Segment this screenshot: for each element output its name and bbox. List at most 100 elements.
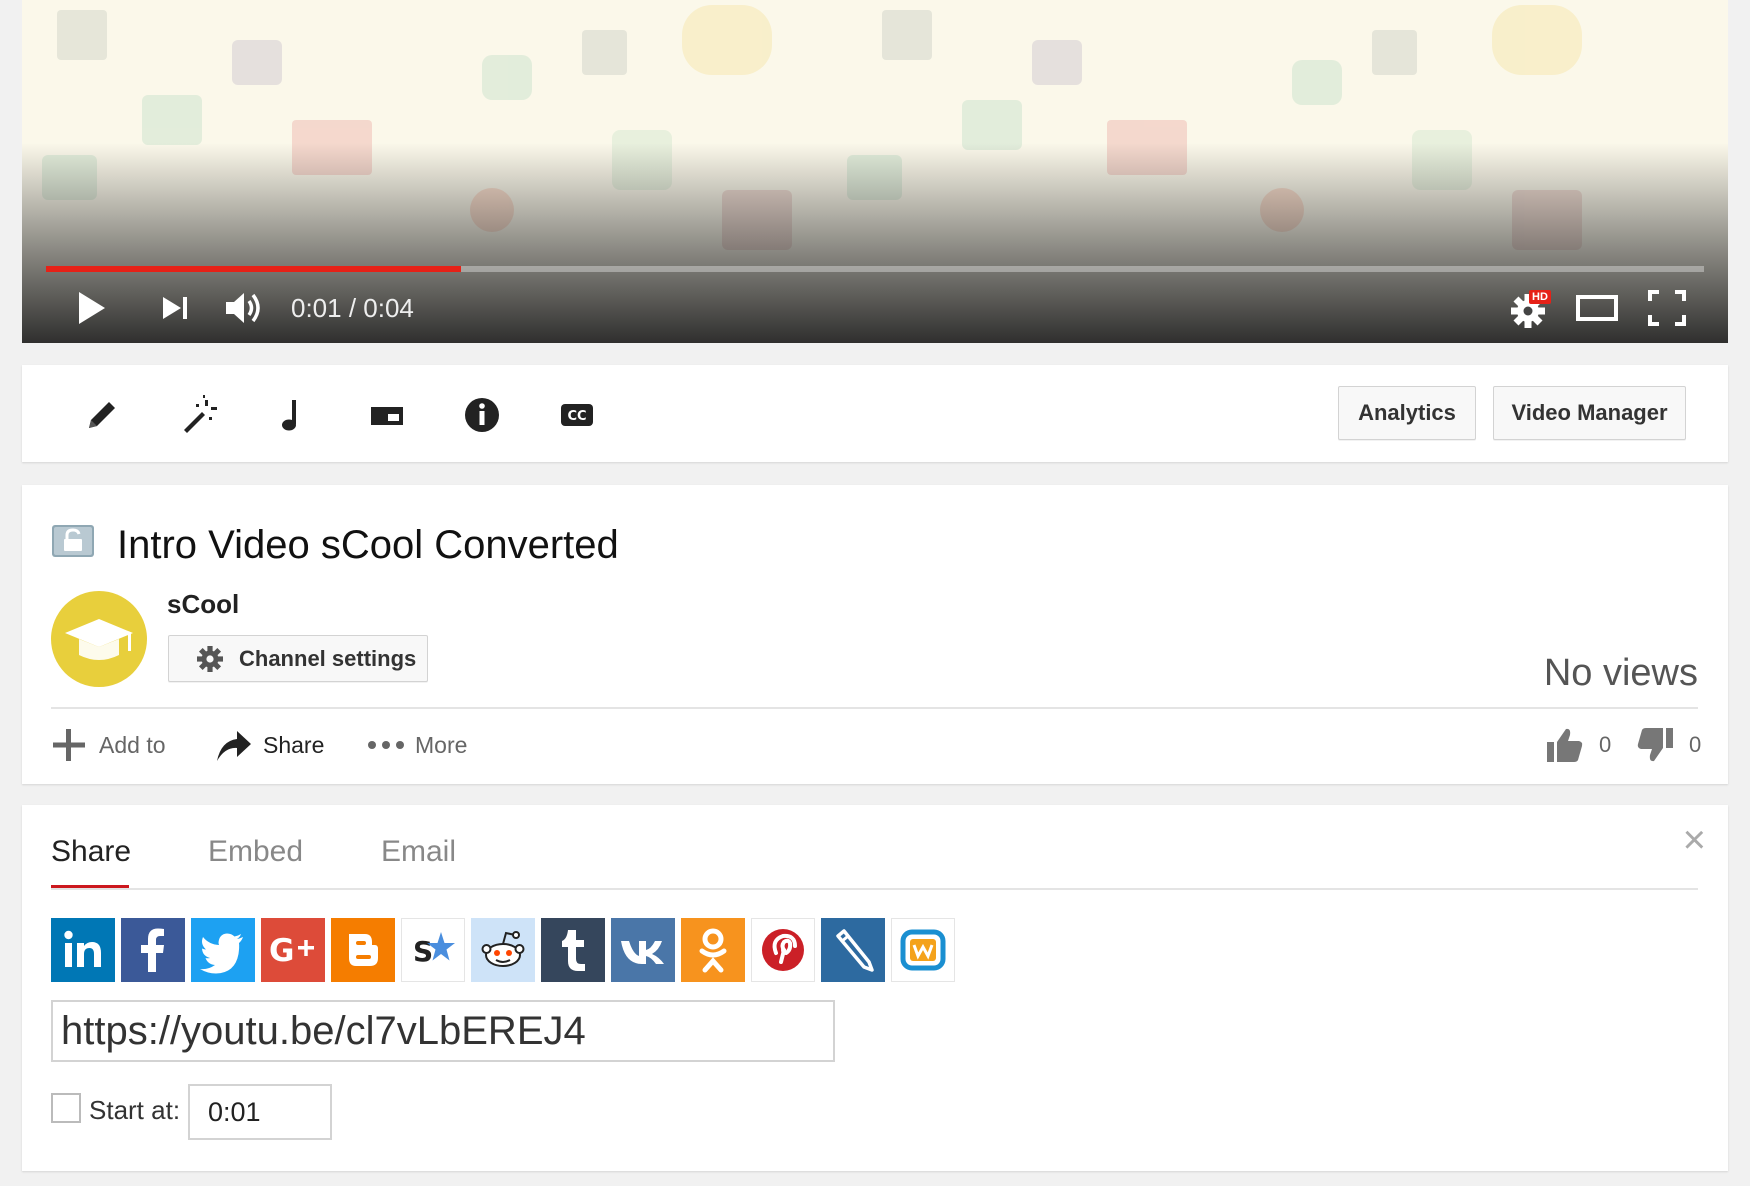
tab-embed[interactable]: Embed <box>208 835 303 869</box>
more-dots-icon <box>368 741 404 749</box>
svg-text:S: S <box>413 935 433 968</box>
end-screen-button[interactable] <box>362 390 412 440</box>
controls-gradient <box>22 143 1728 343</box>
share-linkedin-button[interactable] <box>51 918 115 982</box>
settings-button[interactable]: HD <box>1506 286 1556 330</box>
audio-button[interactable] <box>267 390 317 440</box>
next-button[interactable] <box>153 286 197 330</box>
music-note-icon <box>282 400 296 431</box>
fullscreen-icon <box>1648 290 1686 326</box>
volume-icon <box>226 293 260 323</box>
theater-mode-button[interactable] <box>1573 286 1621 330</box>
channel-avatar[interactable] <box>51 591 147 687</box>
channel-name[interactable]: sCool <box>167 589 239 620</box>
dislike-button[interactable]: 0 <box>1635 725 1701 765</box>
info-divider <box>51 707 1698 709</box>
facebook-icon <box>141 928 164 972</box>
svg-text:CC: CC <box>567 409 586 424</box>
thumbs-down-icon <box>1637 728 1673 762</box>
more-label: More <box>415 731 468 758</box>
tabs-divider <box>51 888 1698 890</box>
twitter-icon <box>200 933 243 974</box>
theater-mode-icon <box>1576 295 1618 321</box>
view-count: No views <box>1543 652 1698 694</box>
share-facebook-button[interactable] <box>121 918 185 982</box>
add-to-button[interactable]: Add to <box>51 725 166 765</box>
channel-settings-button[interactable]: Channel settings <box>168 635 428 682</box>
tumblr-icon <box>562 930 585 971</box>
share-vk-button[interactable] <box>611 918 675 982</box>
google-plus-icon: G <box>269 933 314 969</box>
thumbs-up-icon <box>1547 728 1583 762</box>
current-time: 0:01 <box>291 293 342 323</box>
linkedin-icon <box>64 930 101 967</box>
enhancements-button[interactable] <box>172 390 222 440</box>
share-url-input[interactable] <box>51 1000 835 1062</box>
hd-badge: HD <box>1529 290 1551 304</box>
video-player[interactable]: 0:01 / 0:04 HD <box>22 0 1728 343</box>
svg-text:G: G <box>269 933 294 969</box>
pinterest-icon <box>762 929 804 971</box>
share-stumbleupon-button[interactable]: S <box>401 918 465 982</box>
share-reddit-button[interactable] <box>471 918 535 982</box>
video-manager-button[interactable]: Video Manager <box>1493 386 1686 440</box>
tab-share[interactable]: Share <box>51 835 131 869</box>
channel-settings-label: Channel settings <box>239 645 417 671</box>
reddit-icon <box>481 931 525 967</box>
share-panel: Share Embed Email × G S https://youtu.be… <box>22 805 1728 1171</box>
subtitles-button[interactable]: CC <box>552 390 602 440</box>
time-display: 0:01 / 0:04 <box>291 293 414 324</box>
plus-icon <box>53 729 85 761</box>
dislike-count: 0 <box>1689 732 1702 757</box>
video-info-card: Intro Video sCool Converted sCool Channe… <box>22 485 1728 784</box>
pencil-icon <box>89 402 115 428</box>
progress-bar[interactable] <box>46 266 1704 272</box>
volume-button[interactable] <box>220 286 270 330</box>
share-tumblr-button[interactable] <box>541 918 605 982</box>
share-arrow-icon <box>217 731 251 761</box>
share-twitter-button[interactable] <box>191 918 255 982</box>
privacy-status[interactable] <box>51 523 95 561</box>
end-screen-icon <box>371 407 403 425</box>
magic-wand-icon <box>184 395 217 433</box>
captions-icon: CC <box>561 404 593 426</box>
duration: 0:04 <box>363 293 414 323</box>
play-icon <box>79 292 105 324</box>
vk-icon <box>621 941 664 964</box>
graduation-cap-icon <box>51 591 147 687</box>
play-button[interactable] <box>69 286 113 330</box>
share-kakao-button[interactable] <box>891 918 955 982</box>
like-count: 0 <box>1599 732 1612 757</box>
add-to-label: Add to <box>99 731 166 758</box>
share-pinterest-button[interactable] <box>751 918 815 982</box>
share-google-plus-button[interactable]: G <box>261 918 325 982</box>
share-livejournal-button[interactable] <box>821 918 885 982</box>
blogger-icon <box>349 934 378 966</box>
start-at-checkbox[interactable] <box>51 1093 81 1123</box>
tab-email[interactable]: Email <box>381 835 456 869</box>
time-separator: / <box>341 293 364 323</box>
edit-video-button[interactable] <box>77 390 127 440</box>
info-icon <box>465 398 499 432</box>
share-odnoklassniki-button[interactable] <box>681 918 745 982</box>
video-title: Intro Video sCool Converted <box>117 523 619 567</box>
analytics-button[interactable]: Analytics <box>1338 386 1476 440</box>
close-share-button[interactable]: × <box>1683 820 1706 860</box>
share-button[interactable]: Share <box>213 725 324 765</box>
odnoklassniki-icon <box>699 928 727 973</box>
start-at-input[interactable] <box>188 1084 332 1140</box>
unlisted-lock-icon <box>52 525 94 557</box>
gear-icon <box>197 645 223 672</box>
kakao-story-icon <box>900 929 946 971</box>
like-button[interactable]: 0 <box>1545 725 1611 765</box>
stumbleupon-icon: S <box>413 932 455 968</box>
creator-toolbar: CC Analytics Video Manager <box>22 365 1728 462</box>
progress-played <box>46 266 461 272</box>
more-button[interactable]: More <box>367 725 467 765</box>
next-icon <box>163 297 187 319</box>
share-blogger-button[interactable] <box>331 918 395 982</box>
start-at-label: Start at: <box>89 1095 181 1125</box>
livejournal-pencil-icon <box>836 929 874 972</box>
info-settings-button[interactable] <box>457 390 507 440</box>
fullscreen-button[interactable] <box>1644 286 1690 330</box>
